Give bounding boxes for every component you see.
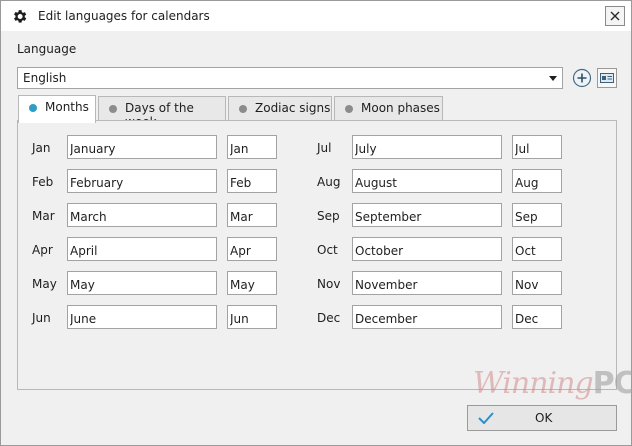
check-icon [478,412,494,424]
month-name-input[interactable] [67,203,217,227]
month-name-input[interactable] [352,203,502,227]
tab-status-dot [109,105,117,113]
chevron-down-icon [549,76,557,81]
language-selected-value: English [23,71,67,85]
tab-label: Moon phases [361,101,440,115]
month-abbr-label: Feb [32,175,54,189]
month-name-input[interactable] [67,169,217,193]
month-name-input[interactable] [352,237,502,261]
tab-moon-phases[interactable]: Moon phases [334,96,443,122]
month-abbr-label: May [32,277,57,291]
month-name-input[interactable] [352,305,502,329]
month-abbr-label: Oct [317,243,338,257]
close-icon [610,11,620,21]
month-short-input[interactable] [227,135,277,159]
watermark-suffix: PC [592,366,632,401]
month-short-input[interactable] [512,169,562,193]
month-name-input[interactable] [67,237,217,261]
ok-button[interactable]: OK [467,405,617,431]
month-short-input[interactable] [227,237,277,261]
id-card-icon [600,73,614,83]
tab-months[interactable]: Months [18,95,96,123]
gear-icon [11,8,28,25]
month-short-input[interactable] [227,169,277,193]
month-name-input[interactable] [352,271,502,295]
month-short-input[interactable] [227,203,277,227]
window-title: Edit languages for calendars [38,9,210,23]
month-abbr-label: Mar [32,209,55,223]
tab-label: Months [45,100,89,114]
month-short-input[interactable] [512,271,562,295]
month-abbr-label: Dec [317,311,341,325]
month-abbr-label: Jul [317,141,332,155]
language-label: Language [17,42,77,56]
close-button[interactable] [605,6,625,26]
tab-status-dot [345,105,353,113]
month-name-input[interactable] [352,135,502,159]
add-circle-icon [572,68,592,88]
language-dropdown[interactable]: English [17,67,563,89]
tab-label: Zodiac signs [255,101,331,115]
month-short-input[interactable] [512,135,562,159]
edit-language-button[interactable] [597,68,617,88]
months-panel: Jan Feb Mar Apr May Jun Jul Aug Sep Oct … [17,120,617,390]
month-name-input[interactable] [67,135,217,159]
tab-days-of-week[interactable]: Days of the week [98,96,226,129]
month-abbr-label: Nov [317,277,341,291]
month-short-input[interactable] [512,305,562,329]
month-abbr-label: Apr [32,243,53,257]
tab-zodiac-signs[interactable]: Zodiac signs [228,96,332,122]
month-abbr-label: Jan [32,141,51,155]
month-abbr-label: Jun [32,311,51,325]
watermark-logo: WinningPC [473,366,632,401]
month-short-input[interactable] [512,203,562,227]
tab-status-dot [29,104,37,112]
title-bar: Edit languages for calendars [1,1,631,31]
month-short-input[interactable] [227,305,277,329]
month-abbr-label: Sep [317,209,340,223]
month-name-input[interactable] [67,305,217,329]
month-short-input[interactable] [512,237,562,261]
month-abbr-label: Aug [317,175,341,189]
month-name-input[interactable] [67,271,217,295]
month-name-input[interactable] [352,169,502,193]
watermark-text: Winning [473,366,594,401]
add-language-button[interactable] [572,68,592,88]
ok-button-label: OK [535,411,553,425]
dialog-window: Edit languages for calendars Language En… [0,0,632,446]
tab-status-dot [239,105,247,113]
month-short-input[interactable] [227,271,277,295]
